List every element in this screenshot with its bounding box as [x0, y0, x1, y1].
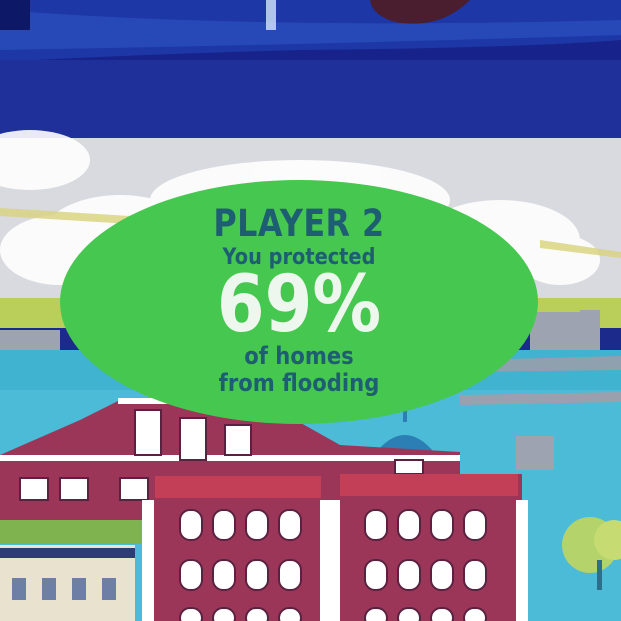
homes-text: of homes [244, 342, 354, 370]
flooding-text: from flooding [218, 369, 380, 397]
player-label: PLAYER 2 [213, 202, 385, 245]
result-card: PLAYER 2 You protected 69% of homes from… [60, 180, 538, 424]
percentage-value: 69% [216, 260, 382, 350]
